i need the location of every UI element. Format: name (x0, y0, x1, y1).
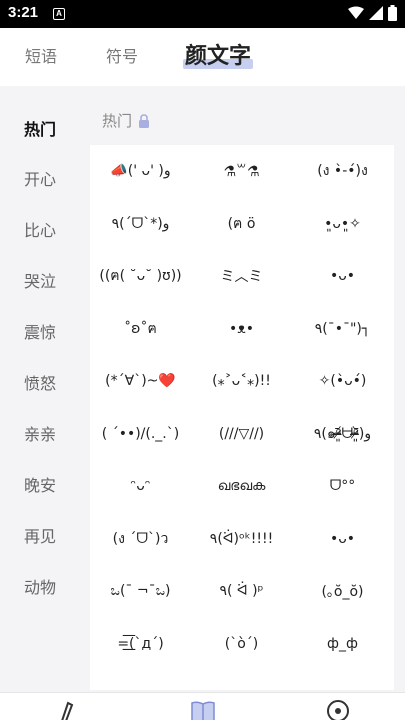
tab-label: 颜文字 (185, 44, 252, 69)
kaomoji-item[interactable]: ᵔᴗᵔ (90, 460, 191, 512)
section-title: 热门 (102, 112, 133, 130)
sidebar-item-cry[interactable]: 哭泣 (24, 268, 56, 292)
tab-symbols[interactable]: 符号 (106, 28, 138, 86)
kaomoji-item[interactable]: 📣(' ᴗ' )و (90, 145, 191, 197)
sidebar-item-heart[interactable]: 比心 (24, 217, 56, 241)
status-icons (348, 5, 397, 21)
kaomoji-item[interactable]: ٩(ᐛ)ᵒᵏ!!!! (191, 513, 292, 565)
kaomoji-item[interactable]: ಒ(¯ ¬¯ಒ) (90, 565, 191, 617)
sidebar-item-goodnight[interactable]: 晚安 (24, 472, 56, 496)
section-header: 热门 (102, 110, 150, 131)
sidebar-item-kiss[interactable]: 亲亲 (24, 421, 56, 445)
status-time: 3:21 (8, 4, 39, 21)
kaomoji-item[interactable]: ˚ʚ˚ฅ (90, 303, 191, 355)
kaomoji-item[interactable]: (ฅ ö (191, 198, 292, 250)
lock-icon (139, 113, 150, 128)
kaomoji-item[interactable]: (*´∀`)~❤️ (90, 355, 191, 407)
sidebar-item-happy[interactable]: 开心 (24, 166, 56, 190)
kaomoji-grid: 📣(' ᴗ' )و ⚗︎꒳⚗︎ (ง •̀-•́)ง ٩(ˊᗜˋ*)و (ฅ ö •͈ᴗ•… (90, 145, 394, 690)
tab-label: 短语 (25, 47, 58, 66)
kaomoji-item[interactable]: •͈ᴗ•͈✧ (292, 198, 393, 250)
profile-icon[interactable] (326, 699, 350, 720)
book-icon[interactable] (191, 699, 215, 720)
tab-phrases[interactable]: 短语 (25, 28, 57, 86)
kaomoji-item[interactable]: ф_ф (292, 618, 393, 670)
kaomoji-item[interactable]: (ง ˊᗜˋ)ว (90, 513, 191, 565)
kaomoji-item[interactable]: •ᴥ• (191, 303, 292, 355)
wifi-icon (348, 6, 364, 19)
kaomoji-item[interactable]: ✧(•̀ᴗ•́) (292, 355, 393, 407)
kaomoji-item[interactable]: ഖഭഖക (191, 460, 292, 512)
signal-icon (369, 6, 383, 20)
kaomoji-item[interactable]: ٩(๑ᵒ̴̶̷͈᷄ᗨᵒ̴̶̷͈᷅)و (292, 408, 393, 460)
kaomoji-item[interactable]: (｡ŏ_ŏ) (292, 565, 393, 617)
kaomoji-item[interactable]: ٩(ˊᗜˋ*)و (90, 198, 191, 250)
status-bar: 3:21 A (0, 0, 405, 28)
kaomoji-item[interactable]: ( ´••)/(._.`) (90, 408, 191, 460)
sidebar-item-shock[interactable]: 震惊 (24, 319, 56, 343)
top-tab-bar: 短语 符号 颜文字 (0, 28, 405, 86)
kaomoji-item[interactable]: ⚗︎꒳⚗︎ (191, 145, 292, 197)
sidebar-item-hot[interactable]: 热门 (24, 116, 56, 140)
battery-icon (388, 5, 397, 21)
kaomoji-item[interactable]: ٩(¯•¯")┐ (292, 303, 393, 355)
sidebar-item-angry[interactable]: 愤怒 (24, 370, 56, 394)
kaomoji-item[interactable]: =͟͟͞(`дˊ) (90, 618, 191, 670)
kaomoji-item[interactable]: (`ò´) (191, 618, 292, 670)
pen-icon[interactable] (58, 699, 80, 720)
kaomoji-item[interactable]: •ᴗ• (292, 250, 393, 302)
sidebar-item-goodbye[interactable]: 再见 (24, 523, 56, 547)
category-sidebar: 热门 开心 比心 哭泣 震惊 愤怒 亲亲 晚安 再见 动物 (0, 86, 90, 692)
sidebar-item-animals[interactable]: 动物 (24, 574, 56, 598)
kaomoji-item[interactable]: ᗜ°° (292, 460, 393, 512)
kaomoji-item[interactable]: •ᴗ• (292, 513, 393, 565)
kaomoji-item[interactable]: (ง •̀-•́)ง (292, 145, 393, 197)
kaomoji-item[interactable]: ((ฅ( ˘ᴗ˘ )ʊ)) (90, 250, 191, 302)
tab-label: 符号 (106, 47, 139, 66)
kaomoji-item[interactable]: ٩( ᐛ )ᵖ (191, 565, 292, 617)
notification-icon: A (53, 8, 65, 20)
tab-kaomoji[interactable]: 颜文字 (183, 28, 254, 86)
kaomoji-item[interactable]: ミ︿ミ (191, 250, 292, 302)
bottom-nav (0, 692, 405, 720)
kaomoji-item[interactable]: (⁎˃ᴗ˂⁎)!! (191, 355, 292, 407)
kaomoji-item[interactable]: (///▽//) (191, 408, 292, 460)
